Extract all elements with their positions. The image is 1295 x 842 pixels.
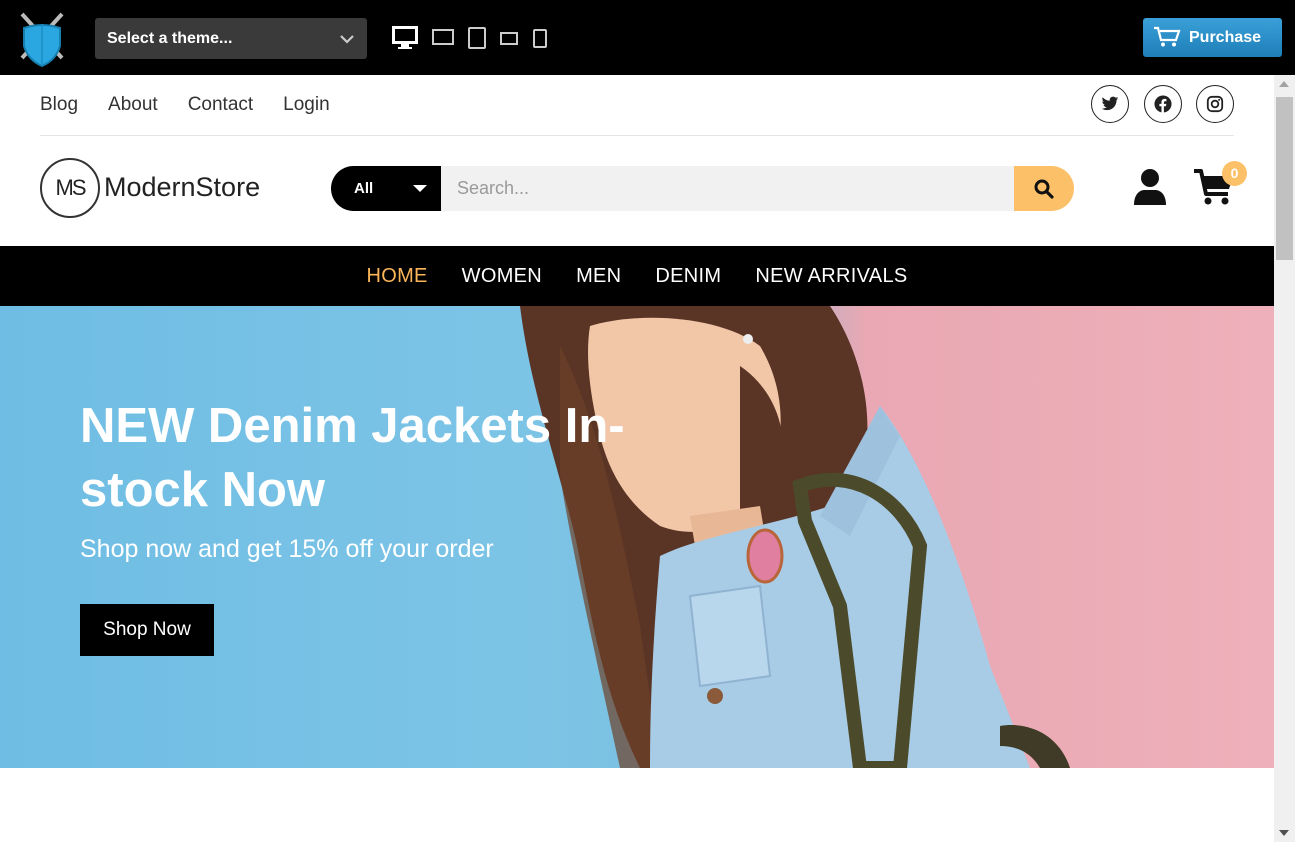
laptop-icon[interactable]: [432, 29, 454, 45]
search-category-select[interactable]: All: [331, 166, 441, 211]
scroll-up-arrow-icon[interactable]: [1279, 81, 1289, 87]
main-nav: HOME WOMEN MEN DENIM NEW ARRIVALS: [0, 246, 1274, 306]
twitter-icon[interactable]: [1091, 85, 1129, 123]
shop-now-button[interactable]: Shop Now: [80, 604, 214, 656]
desktop-icon[interactable]: [392, 26, 418, 50]
tablet-icon[interactable]: [468, 27, 486, 49]
hero-title: NEW Denim Jackets In-stock Now: [80, 399, 625, 517]
theme-select-label: Select a theme...: [107, 30, 233, 47]
top-link-about[interactable]: About: [108, 94, 158, 116]
purchase-label: Purchase: [1189, 29, 1262, 46]
facebook-icon[interactable]: [1144, 85, 1182, 123]
search-button[interactable]: [1014, 166, 1074, 211]
cart-icon: [1154, 26, 1181, 47]
nav-item-new-arrivals[interactable]: NEW ARRIVALS: [755, 265, 907, 288]
purchase-button[interactable]: Purchase: [1143, 18, 1282, 57]
instagram-icon[interactable]: [1196, 85, 1234, 123]
cart-count-badge: 0: [1222, 161, 1247, 186]
search-icon: [1034, 179, 1054, 199]
header-divider: [40, 135, 1234, 136]
scrollbar-thumb[interactable]: [1276, 97, 1293, 260]
caret-down-icon: [413, 185, 427, 192]
user-account-icon[interactable]: [1133, 168, 1167, 206]
search-input[interactable]: [441, 166, 1015, 211]
shield-swords-logo-icon[interactable]: [16, 8, 68, 68]
phone-icon[interactable]: [533, 29, 547, 48]
nav-item-women[interactable]: WOMEN: [462, 265, 542, 288]
nav-item-men[interactable]: MEN: [576, 265, 621, 288]
hero-subtitle: Shop now and get 15% off your order: [80, 535, 494, 563]
nav-item-denim[interactable]: DENIM: [655, 265, 721, 288]
chevron-down-icon: [340, 35, 354, 44]
top-link-blog[interactable]: Blog: [40, 94, 78, 116]
top-link-contact[interactable]: Contact: [188, 94, 253, 116]
top-links: Blog About Contact Login: [40, 94, 330, 116]
search-category-label: All: [354, 180, 374, 197]
site-logo-text[interactable]: ModernStore: [104, 172, 260, 203]
tablet-landscape-icon[interactable]: [500, 32, 518, 45]
vertical-scrollbar[interactable]: [1274, 75, 1295, 842]
theme-select[interactable]: Select a theme...: [95, 18, 367, 59]
nav-item-home[interactable]: HOME: [366, 265, 427, 288]
demo-toolbar: Select a theme... Purchase: [0, 0, 1295, 75]
scroll-down-arrow-icon[interactable]: [1279, 830, 1289, 836]
top-link-login[interactable]: Login: [283, 94, 330, 116]
site-logo-mark[interactable]: MS: [40, 158, 100, 218]
hero-banner: NEW Denim Jackets In-stock Now Shop now …: [0, 306, 1274, 768]
